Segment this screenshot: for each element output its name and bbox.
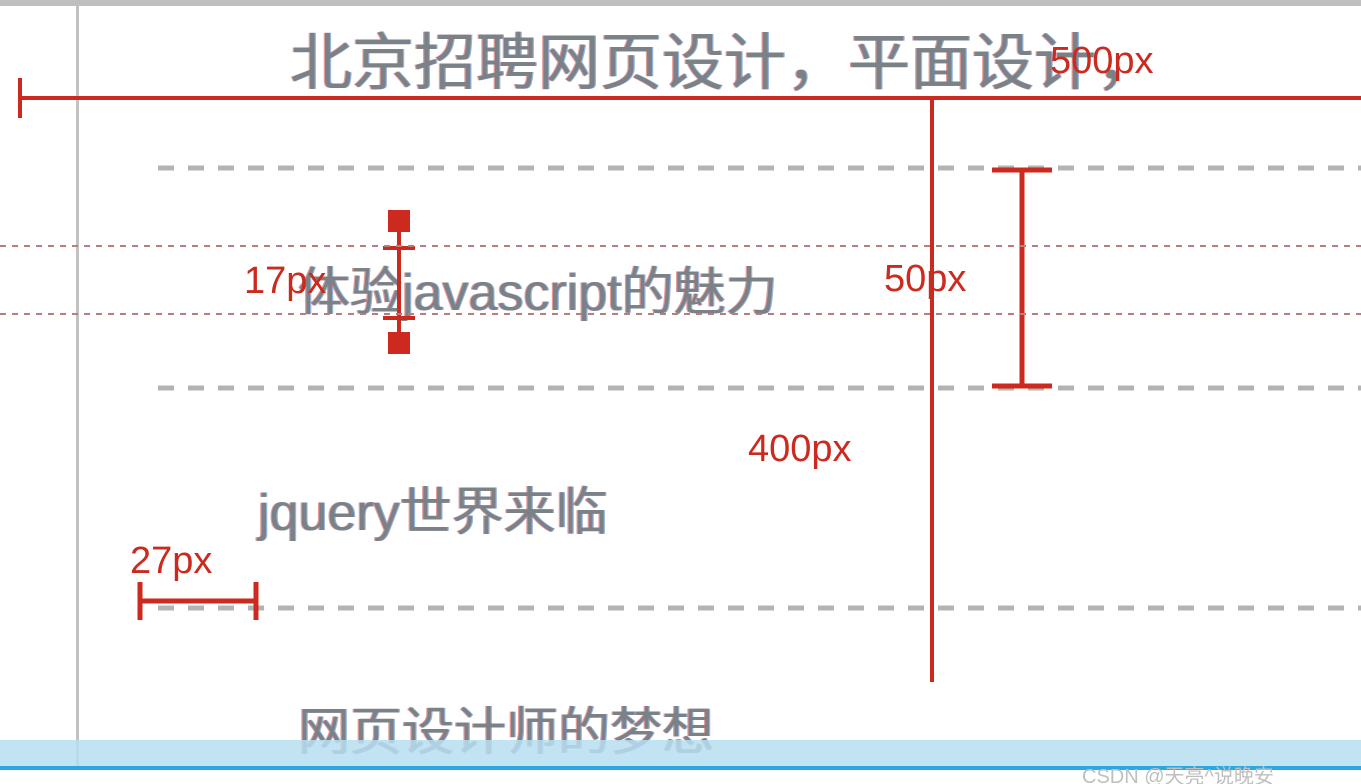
title-text: 北京招聘网页设计，平面设计， [290,12,1158,102]
measure-400px-label: 400px [748,428,852,471]
element-left-edge [76,6,79,766]
measure-17px-label: 17px [244,260,326,303]
ruler-50px-ibeam [992,170,1052,386]
marker-square-bottom [388,332,410,354]
measure-27px-label: 27px [130,540,212,583]
design-canvas: 北京招聘网页设计，平面设计， 体验javascript的魅力 jquery世界来… [0,0,1361,784]
list-item-2: jquery世界来临 [258,470,608,545]
measure-50px-label: 50px [884,258,966,301]
list-item-1: 体验javascript的魅力 [298,250,778,325]
marker-square-top [388,210,410,232]
ruler-27px-ibeam [140,582,256,620]
window-frame-top [0,0,1361,6]
annotation-overlay [0,0,1361,784]
watermark-text: CSDN @天亮^说晚安 [1082,760,1274,784]
measure-500px-label: 500px [1050,40,1154,83]
